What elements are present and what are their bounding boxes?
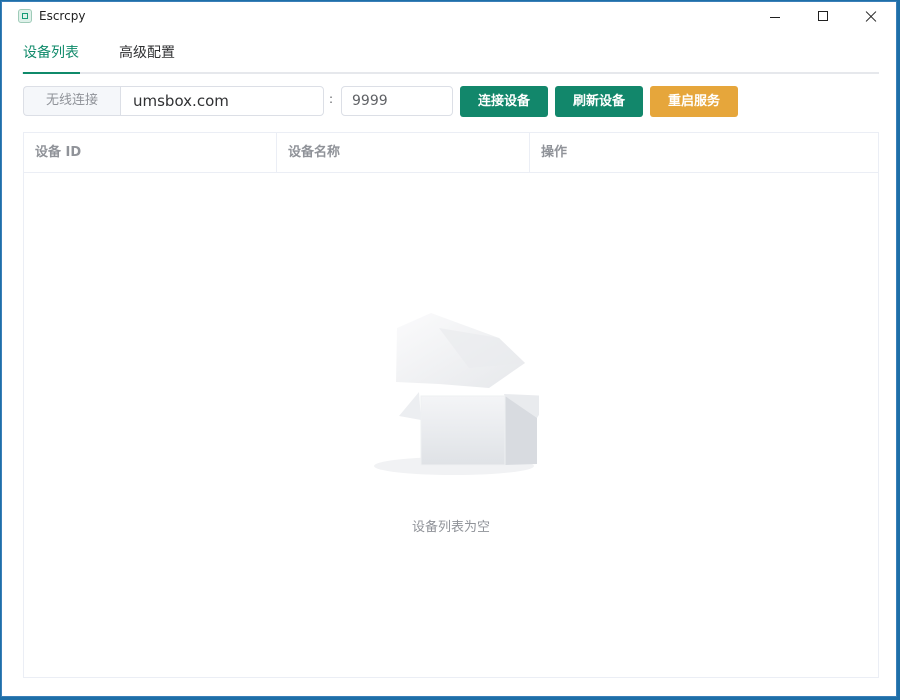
connect-device-button[interactable]: 连接设备 [460,86,548,117]
maximize-icon [818,11,828,21]
table-header: 设备 ID 设备名称 操作 [24,133,878,173]
tab-bar: 设备列表 高级配置 [22,40,879,74]
tab-advanced-config-label: 高级配置 [119,45,175,61]
empty-box-icon [374,313,539,475]
close-button[interactable] [848,2,894,32]
port-separator: : [329,92,334,106]
window-title: Escrcpy [39,9,86,23]
column-header-actions[interactable]: 操作 [530,133,878,172]
tab-device-list[interactable]: 设备列表 [23,44,80,74]
empty-state-text: 设备列表为空 [411,520,490,535]
refresh-devices-button[interactable]: 刷新设备 [555,86,643,117]
minimize-icon [770,17,780,18]
tab-advanced-config[interactable]: 高级配置 [119,44,175,72]
restart-service-button[interactable]: 重启服务 [650,86,738,117]
app-window: Escrcpy 设备列表 高级配置 无线连接 : 连接设备 刷新设备 重启服务 … [1,1,897,697]
column-header-device-id[interactable]: 设备 ID [24,133,277,172]
title-bar[interactable]: Escrcpy [2,2,896,32]
tab-device-list-label: 设备列表 [23,45,79,61]
column-header-device-name[interactable]: 设备名称 [277,133,530,172]
active-tab-indicator [23,72,80,74]
maximize-button[interactable] [800,2,846,32]
minimize-button[interactable] [752,2,798,32]
app-logo-icon [18,9,32,23]
device-table: 设备 ID 设备名称 操作 设备列表为空 [23,132,879,678]
wireless-connect-prefix: 无线连接 [23,86,120,116]
port-input[interactable] [341,86,453,116]
host-input[interactable] [120,86,324,116]
